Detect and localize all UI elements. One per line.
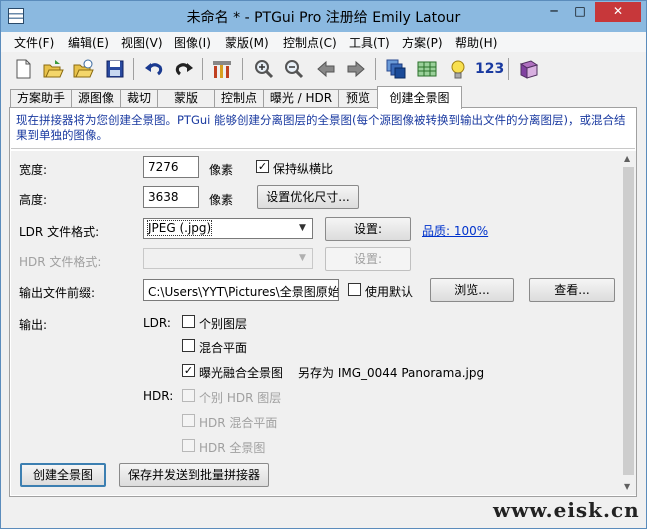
open-icon[interactable] xyxy=(42,58,64,80)
zoom-in-icon[interactable] xyxy=(253,58,275,80)
use-default-checkbox[interactable] xyxy=(348,283,361,296)
hdr-format-label: HDR 文件格式: xyxy=(19,255,102,269)
toolbar: 123 xyxy=(1,52,646,86)
table-icon[interactable] xyxy=(416,58,438,80)
output-label: 输出: xyxy=(19,318,48,332)
view-button[interactable]: 查看... xyxy=(529,278,615,302)
chevron-down-icon: ▼ xyxy=(299,253,306,263)
tab-exposure-hdr[interactable]: 曝光 / HDR xyxy=(263,89,339,108)
menu-file[interactable]: 文件(F) xyxy=(14,34,54,51)
height-input[interactable]: 3638 xyxy=(143,186,199,208)
individual-layers-label: 个别图层 xyxy=(199,317,248,331)
hdr-panorama-label: HDR 全景图 xyxy=(199,441,266,455)
blended-planes-label: 混合平面 xyxy=(199,341,248,355)
blended-planes-checkbox[interactable] xyxy=(182,339,195,352)
menu-edit[interactable]: 编辑(E) xyxy=(68,34,109,51)
vertical-scrollbar[interactable]: ▲ ▼ xyxy=(621,151,636,495)
hdr-format-select[interactable]: ▼ xyxy=(143,248,313,269)
hdr-individual-layers-label: 个别 HDR 图层 xyxy=(199,391,282,405)
tools-icon[interactable] xyxy=(211,58,233,80)
individual-layers-checkbox[interactable] xyxy=(182,315,195,328)
hdr-label: HDR: xyxy=(143,389,174,403)
menu-bar: 文件(F) 编辑(E) 视图(V) 图像(I) 蒙版(M) 控制点(C) 工具(… xyxy=(1,32,646,52)
ldr-format-select[interactable]: JPEG (.jpg) ▼ xyxy=(143,218,313,239)
create-panorama-panel: 现在拼接器将为您创建全景图。PTGui 能够创建分离图层的全景图(每个源图像被转… xyxy=(9,107,637,497)
close-button[interactable]: ✕ xyxy=(595,2,641,22)
tab-project-assistant[interactable]: 方案助手 xyxy=(10,89,72,108)
toolbar-separator xyxy=(133,58,134,80)
menu-help[interactable]: 帮助(H) xyxy=(455,34,497,51)
menu-control-points[interactable]: 控制点(C) xyxy=(283,34,337,51)
create-panorama-button[interactable]: 创建全景图 xyxy=(20,463,106,487)
tab-source-images[interactable]: 源图像 xyxy=(71,89,121,108)
undo-icon[interactable] xyxy=(143,58,165,80)
toolbar-separator xyxy=(375,58,376,80)
tab-mask[interactable]: 蒙版 xyxy=(157,89,215,108)
chevron-down-icon: ▼ xyxy=(299,223,306,233)
menu-view[interactable]: 视图(V) xyxy=(121,34,163,51)
tab-preview[interactable]: 预览 xyxy=(338,89,378,108)
new-icon[interactable] xyxy=(12,58,34,80)
width-input[interactable]: 7276 xyxy=(143,156,199,178)
keep-ratio-checkbox[interactable]: ✓ xyxy=(256,160,269,173)
optimize-size-button[interactable]: 设置优化尺寸... xyxy=(257,185,359,209)
menu-tools[interactable]: 工具(T) xyxy=(349,34,390,51)
width-unit: 像素 xyxy=(209,163,234,177)
save-as-text: 另存为 IMG_0044 Panorama.jpg xyxy=(298,366,485,380)
save-icon[interactable] xyxy=(104,58,126,80)
hdr-individual-layers-checkbox[interactable] xyxy=(182,389,195,402)
toolbar-separator xyxy=(202,58,203,80)
height-unit: 像素 xyxy=(209,193,234,207)
watermark: www.eisk.cn xyxy=(493,498,640,522)
ldr-settings-button[interactable]: 设置: xyxy=(325,217,411,241)
scroll-thumb[interactable] xyxy=(623,167,634,475)
tab-create-panorama[interactable]: 创建全景图 xyxy=(377,86,462,109)
open-recent-icon[interactable] xyxy=(72,58,94,80)
scroll-down-icon[interactable]: ▼ xyxy=(624,482,630,491)
title-bar[interactable]: 未命名 * - PTGui Pro 注册给 Emily Latour ─ □ ✕ xyxy=(1,1,646,32)
layers-icon[interactable] xyxy=(385,58,407,80)
quality-link[interactable]: 品质: 100% xyxy=(422,222,488,239)
maximize-button[interactable]: □ xyxy=(567,2,593,22)
book-icon[interactable] xyxy=(518,58,540,80)
height-label: 高度: xyxy=(19,193,48,207)
width-label: 宽度: xyxy=(19,163,48,177)
hdr-blended-planes-checkbox[interactable] xyxy=(182,414,195,427)
send-to-batch-button[interactable]: 保存并发送到批量拼接器 xyxy=(119,463,269,487)
toolbar-separator xyxy=(508,58,509,80)
tab-strip: 方案助手 源图像 裁切 蒙版 控制点 曝光 / HDR 预览 创建全景图 xyxy=(1,86,646,109)
menu-images[interactable]: 图像(I) xyxy=(174,34,211,51)
output-prefix-input[interactable]: C:\Users\YYT\Pictures\全景图原始 xyxy=(143,279,339,301)
forward-icon[interactable] xyxy=(345,58,367,80)
output-prefix-label: 输出文件前缀: xyxy=(19,286,96,300)
ldr-format-label: LDR 文件格式: xyxy=(19,225,100,239)
scroll-up-icon[interactable]: ▲ xyxy=(624,154,630,163)
info-text: 现在拼接器将为您创建全景图。PTGui 能够创建分离图层的全景图(每个源图像被转… xyxy=(11,109,635,149)
zoom-out-icon[interactable] xyxy=(283,58,305,80)
hdr-blended-planes-label: HDR 混合平面 xyxy=(199,416,278,430)
toolbar-separator xyxy=(242,58,243,80)
exposure-fused-label: 曝光融合全景图 xyxy=(199,366,284,380)
ldr-format-value: JPEG (.jpg) xyxy=(146,220,213,236)
menu-mask[interactable]: 蒙版(M) xyxy=(225,34,269,51)
tab-control-points[interactable]: 控制点 xyxy=(214,89,264,108)
redo-icon[interactable] xyxy=(173,58,195,80)
tab-crop[interactable]: 裁切 xyxy=(120,89,158,108)
keep-ratio-label: 保持纵横比 xyxy=(273,162,334,176)
ldr-label: LDR: xyxy=(143,316,171,330)
menu-project[interactable]: 方案(P) xyxy=(402,34,443,51)
exposure-fused-checkbox[interactable]: ✓ xyxy=(182,364,195,377)
bulb-icon[interactable] xyxy=(447,58,469,80)
app-window: 未命名 * - PTGui Pro 注册给 Emily Latour ─ □ ✕… xyxy=(0,0,647,529)
back-icon[interactable] xyxy=(315,58,337,80)
minimize-button[interactable]: ─ xyxy=(541,2,567,22)
use-default-label: 使用默认 xyxy=(365,285,414,299)
numbers-icon[interactable]: 123 xyxy=(475,58,505,80)
hdr-settings-button[interactable]: 设置: xyxy=(325,247,411,271)
settings-area: 宽度: 7276 像素 ✓ 保持纵横比 高度: 3638 像素 设置优化尺寸..… xyxy=(11,151,621,495)
browse-button[interactable]: 浏览... xyxy=(430,278,514,302)
hdr-panorama-checkbox[interactable] xyxy=(182,439,195,452)
